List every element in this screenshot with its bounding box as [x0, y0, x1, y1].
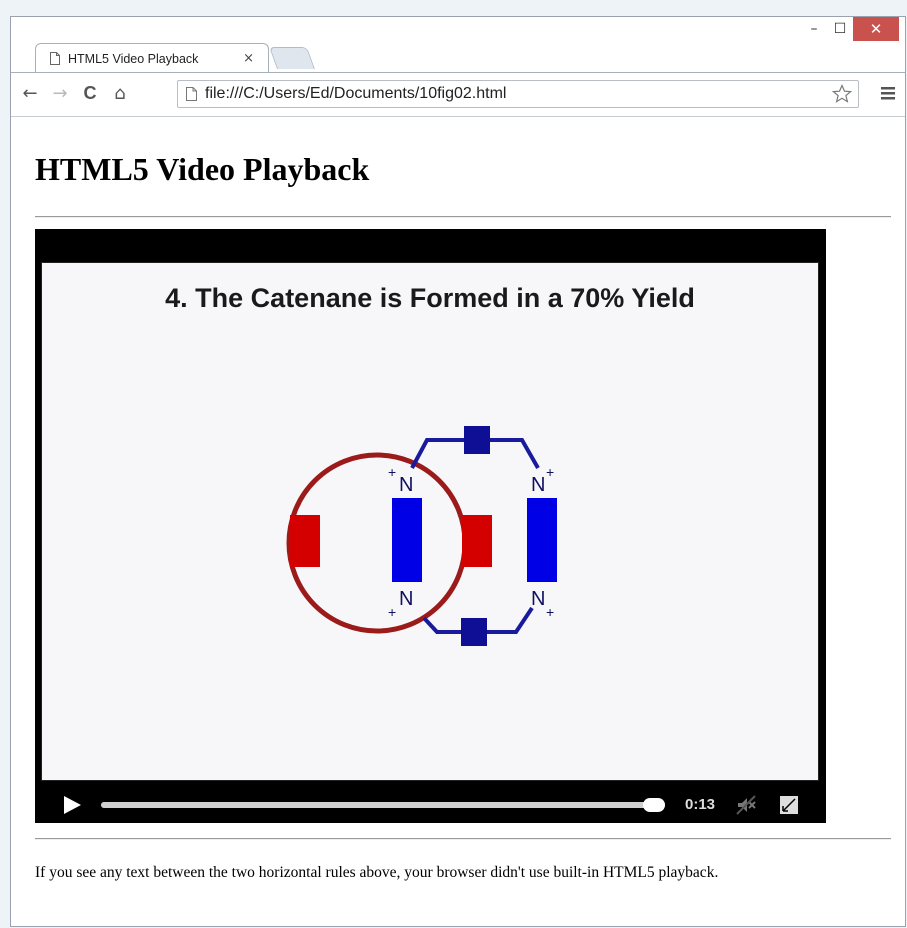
blue-bar-left — [392, 498, 422, 582]
red-block-right — [462, 515, 492, 567]
tab-title: HTML5 Video Playback — [68, 51, 199, 66]
tab-close-icon[interactable]: × — [243, 51, 254, 66]
plus-top-left: + — [388, 464, 396, 480]
horizontal-rule-bottom — [35, 838, 891, 840]
forward-button[interactable]: → — [49, 81, 71, 105]
close-window-button[interactable]: ✕ — [853, 17, 899, 41]
minimize-button[interactable]: – — [801, 17, 827, 41]
title-bar: – ☐ ✕ HTML5 Video Playback × — [11, 17, 905, 73]
page-title: HTML5 Video Playback — [35, 151, 370, 187]
n-label-bottom-left: N — [399, 588, 413, 610]
n-label-top-right: N — [531, 474, 545, 496]
browser-tab[interactable]: HTML5 Video Playback × — [35, 43, 269, 73]
plus-top-right: + — [546, 464, 554, 480]
browser-toolbar: ← → C ⌂ file:///C:/Users/Ed/Documents/10… — [11, 72, 905, 117]
window-controls: – ☐ ✕ — [801, 17, 899, 43]
video-controls: 0:13 — [35, 786, 826, 823]
volume-muted-icon[interactable] — [735, 794, 757, 816]
browser-window: – ☐ ✕ HTML5 Video Playback × ← → C ⌂ fil… — [10, 16, 906, 927]
new-tab-button[interactable] — [268, 47, 316, 69]
blue-bar-right — [527, 498, 557, 582]
seek-progress — [101, 802, 665, 808]
linker-bottom-right — [484, 606, 534, 634]
horizontal-rule-top — [35, 216, 891, 218]
n-label-top-left: N — [399, 474, 413, 496]
address-bar[interactable]: file:///C:/Users/Ed/Documents/10fig02.ht… — [177, 80, 859, 108]
reload-button[interactable]: C — [79, 81, 101, 105]
url-text[interactable]: file:///C:/Users/Ed/Documents/10fig02.ht… — [205, 85, 832, 103]
home-button[interactable]: ⌂ — [109, 81, 131, 105]
back-button[interactable]: ← — [19, 81, 41, 105]
red-block-left — [290, 515, 320, 567]
play-icon[interactable] — [61, 794, 83, 816]
n-label-bottom-right: N — [531, 588, 545, 610]
linker-bottom — [422, 616, 465, 634]
maximize-button[interactable]: ☐ — [827, 17, 853, 41]
time-display: 0:13 — [685, 796, 716, 813]
menu-icon[interactable] — [879, 82, 897, 104]
plus-bottom-left: + — [388, 604, 396, 620]
page-content: HTML5 Video Playback 4. The Catenane is … — [11, 118, 905, 926]
bookmark-star-icon[interactable] — [832, 84, 852, 104]
seek-bar[interactable] — [101, 798, 665, 812]
linker-bottom-block — [461, 618, 487, 646]
fallback-note: If you see any text between the two hori… — [35, 864, 719, 881]
page-icon — [186, 87, 197, 101]
slide-title: 4. The Catenane is Formed in a 70% Yield — [165, 283, 695, 313]
linker-top-right — [487, 438, 540, 469]
page-icon — [50, 52, 60, 65]
fullscreen-icon[interactable] — [779, 795, 799, 815]
linker-top-block — [464, 426, 490, 454]
seek-thumb[interactable] — [643, 798, 665, 812]
plus-bottom-right: + — [546, 604, 554, 620]
catenane-diagram: N + N + N + N + — [286, 426, 557, 646]
video-frame: 4. The Catenane is Formed in a 70% Yield — [41, 262, 819, 781]
video-player[interactable]: 4. The Catenane is Formed in a 70% Yield — [35, 229, 826, 823]
